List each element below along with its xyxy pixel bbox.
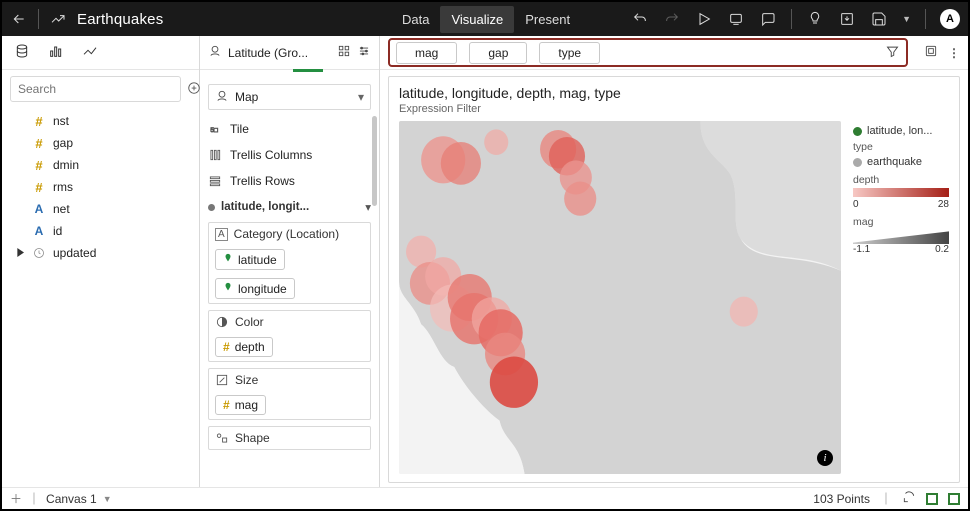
- grid-view-icon[interactable]: [948, 493, 960, 505]
- color-icon: [215, 315, 229, 329]
- hash-icon: #: [32, 136, 46, 151]
- save-icon[interactable]: [870, 10, 888, 28]
- pill-longitude[interactable]: longitude: [215, 278, 295, 299]
- pill-latitude[interactable]: latitude: [215, 249, 285, 270]
- app-title: Earthquakes: [77, 11, 163, 28]
- redo-icon[interactable]: [663, 10, 681, 28]
- drop-trellis-rows[interactable]: Trellis Rows: [208, 168, 371, 194]
- hash-icon: #: [223, 398, 230, 412]
- chevron-down-icon: ▾: [358, 90, 364, 104]
- avatar[interactable]: A: [940, 9, 960, 29]
- map-svg: [399, 121, 841, 474]
- legend-dot-icon: [853, 127, 862, 136]
- hash-icon: #: [223, 340, 230, 354]
- chevron-down-icon[interactable]: ▼: [103, 494, 112, 504]
- depth-gradient: [853, 188, 949, 197]
- clock-icon: [32, 247, 46, 259]
- field-gap[interactable]: #gap: [2, 132, 199, 154]
- layer-icon: [208, 44, 222, 61]
- legend-dot-icon: [853, 158, 862, 167]
- workbook-icon: [49, 10, 67, 28]
- scrollbar[interactable]: [372, 116, 377, 206]
- legend: latitude, lon... type earthquake depth 0…: [849, 121, 949, 474]
- drop-tile[interactable]: 5□Tile: [208, 116, 371, 142]
- size-icon: [215, 373, 229, 387]
- viz-type-select[interactable]: Map ▾: [208, 84, 371, 110]
- category-section[interactable]: ACategory (Location) latitude longitude: [208, 222, 371, 304]
- field-updated[interactable]: updated: [2, 242, 199, 264]
- search-input[interactable]: [10, 76, 181, 102]
- idea-icon[interactable]: [806, 10, 824, 28]
- pin-icon: [223, 281, 233, 296]
- hash-icon: #: [32, 180, 46, 195]
- tab-data[interactable]: Data: [391, 6, 440, 33]
- shape-icon: [215, 431, 229, 445]
- text-icon: A: [32, 224, 46, 238]
- shelf-title: Latitude (Gro...: [228, 46, 331, 60]
- filter-bar-highlight: mag gap type: [388, 38, 908, 67]
- field-nst[interactable]: #nst: [2, 110, 199, 132]
- hash-icon: #: [32, 114, 46, 129]
- mag-size-ramp: [853, 230, 949, 244]
- add-icon[interactable]: [187, 81, 201, 98]
- refresh-icon[interactable]: [727, 10, 745, 28]
- size-section[interactable]: Size #mag: [208, 368, 371, 420]
- pill-mag[interactable]: #mag: [215, 395, 266, 415]
- field-net[interactable]: Anet: [2, 198, 199, 220]
- preview-icon[interactable]: [695, 10, 713, 28]
- analytics-panel-icon[interactable]: [82, 43, 98, 62]
- layer-title: latitude, longit...: [221, 201, 309, 213]
- pin-icon: [223, 252, 233, 267]
- auto-viz-icon[interactable]: [337, 44, 351, 61]
- chevron-right-icon: [16, 246, 25, 260]
- viz-subtitle: Expression Filter: [399, 103, 949, 115]
- tab-present[interactable]: Present: [514, 6, 581, 33]
- field-dmin[interactable]: #dmin: [2, 154, 199, 176]
- undo-icon[interactable]: [631, 10, 649, 28]
- map-viz-icon: [215, 89, 229, 106]
- more-icon[interactable]: ⋮: [948, 46, 960, 60]
- text-type-icon: A: [215, 228, 228, 241]
- text-icon: A: [32, 202, 46, 216]
- reset-icon[interactable]: [902, 490, 916, 507]
- field-id[interactable]: Aid: [2, 220, 199, 242]
- fullscreen-icon[interactable]: [926, 493, 938, 505]
- export-icon[interactable]: [838, 10, 856, 28]
- filter-pill-type[interactable]: type: [539, 42, 600, 64]
- drop-trellis-cols[interactable]: Trellis Columns: [208, 142, 371, 168]
- back-icon[interactable]: [10, 10, 28, 28]
- viz-title: latitude, longitude, depth, mag, type: [399, 85, 949, 101]
- pill-depth[interactable]: #depth: [215, 337, 273, 357]
- svg-text:5□: 5□: [210, 127, 218, 134]
- canvas-tab[interactable]: Canvas 1: [46, 492, 97, 506]
- field-rms[interactable]: #rms: [2, 176, 199, 198]
- apply-icon[interactable]: [924, 44, 938, 61]
- settings-icon[interactable]: [357, 44, 371, 61]
- chevron-down-icon[interactable]: ▾: [365, 200, 371, 214]
- filter-pill-gap[interactable]: gap: [469, 42, 527, 64]
- shape-section[interactable]: Shape: [208, 426, 371, 450]
- map[interactable]: i: [399, 121, 841, 474]
- info-icon[interactable]: i: [817, 450, 833, 466]
- viz-card[interactable]: latitude, longitude, depth, mag, type Ex…: [388, 76, 960, 483]
- color-section[interactable]: Color #depth: [208, 310, 371, 362]
- tab-visualize[interactable]: Visualize: [440, 6, 514, 33]
- filter-icon[interactable]: [885, 44, 900, 62]
- hash-icon: #: [32, 158, 46, 173]
- viz-panel-icon[interactable]: [48, 43, 64, 62]
- add-canvas-icon[interactable]: ＋: [10, 490, 22, 507]
- points-count: 103 Points: [813, 492, 870, 506]
- layer-dot-icon: [208, 204, 215, 211]
- filter-pill-mag[interactable]: mag: [396, 42, 457, 64]
- data-panel-icon[interactable]: [14, 43, 30, 62]
- comment-icon[interactable]: [759, 10, 777, 28]
